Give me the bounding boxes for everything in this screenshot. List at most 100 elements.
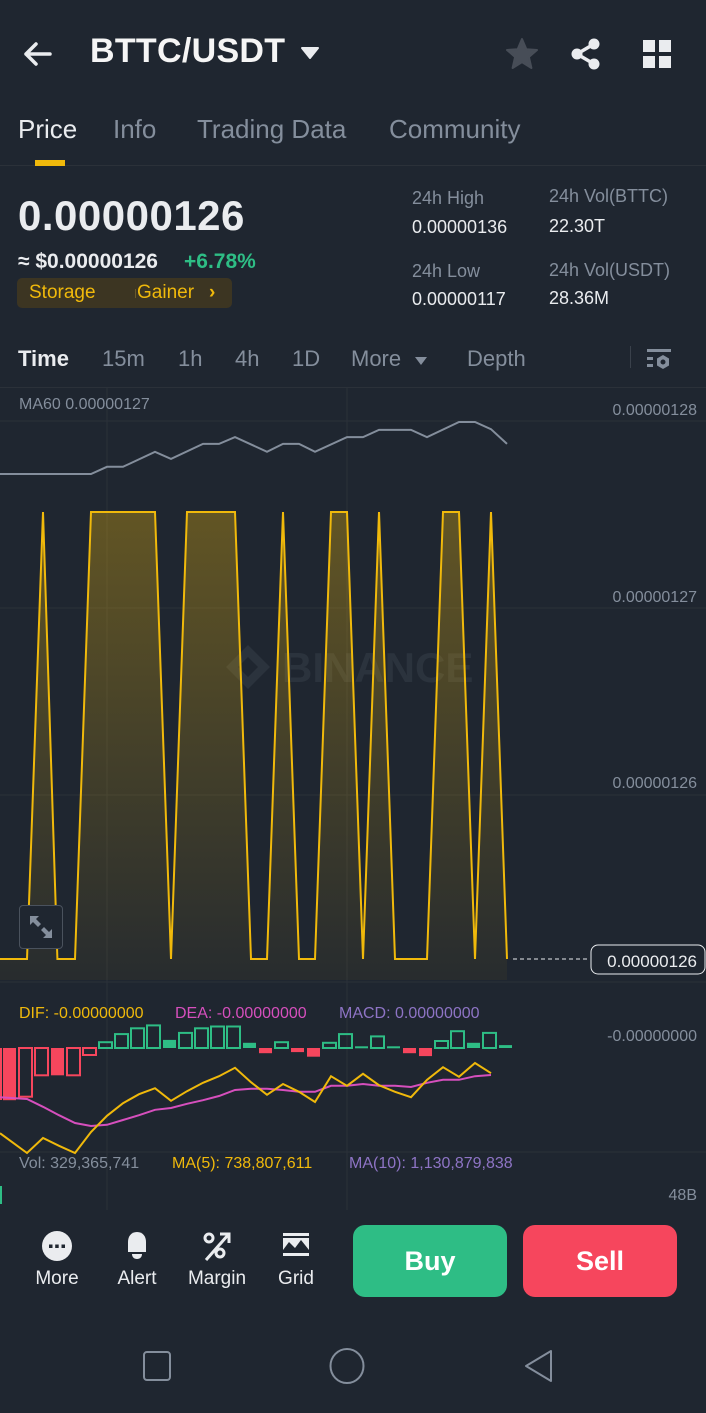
chart-settings-icon[interactable] (645, 346, 673, 374)
vol-base-label: 24h Vol(BTTC) (549, 186, 669, 206)
tab-info[interactable]: Info (113, 114, 156, 145)
tab-price[interactable]: Price (18, 114, 77, 145)
main-tabs: Price Info Trading Data Community (0, 108, 706, 166)
interval-more[interactable]: More (351, 346, 401, 372)
price-usd-equivalent: ≈ $0.00000126 (18, 250, 158, 273)
macd-histogram-bar (419, 1048, 432, 1057)
price-chart[interactable]: BINANCE MA60 0.00000127 0.00000128 0.000… (0, 388, 706, 1210)
chevron-right-icon: › (209, 282, 216, 303)
volume-bar (0, 1186, 2, 1204)
tags-pill[interactable]: Storage Gainer › (17, 278, 232, 308)
macd-histogram-bar (291, 1048, 304, 1053)
macd-histogram-bar (3, 1048, 16, 1101)
caret-down-icon[interactable] (300, 46, 320, 60)
interval-1d[interactable]: 1D (292, 346, 320, 372)
y-tick-label: 0.00000128 (612, 402, 697, 419)
share-icon[interactable] (568, 36, 604, 72)
tab-trading-data[interactable]: Trading Data (197, 114, 346, 145)
low-label: 24h Low (412, 261, 481, 281)
home-icon[interactable] (328, 1347, 366, 1385)
vol-axis-label: 48B (669, 1187, 697, 1204)
buy-button[interactable]: Buy (353, 1225, 507, 1297)
macd-histogram-bar (403, 1048, 416, 1054)
grid-menu-icon[interactable] (639, 36, 675, 72)
dea-label: DEA: -0.00000000 (175, 1005, 307, 1022)
interval-divider (630, 346, 631, 368)
macd-histogram-bar (0, 1048, 2, 1100)
high-value: 0.00000136 (412, 217, 508, 237)
system-navigation-bar (0, 1320, 706, 1413)
interval-4h[interactable]: 4h (235, 346, 259, 372)
macd-histogram-bar (178, 1031, 193, 1050)
macd-histogram-bar (163, 1039, 176, 1048)
star-icon[interactable] (504, 36, 540, 72)
macd-histogram-bar (18, 1047, 33, 1098)
dif-line (0, 1061, 492, 1155)
tag-gainer[interactable]: Gainer (137, 282, 194, 304)
more-caret-icon[interactable] (414, 356, 428, 366)
macd-histogram-bar (34, 1047, 49, 1077)
grid-trading-icon (283, 1233, 309, 1256)
tag-storage[interactable]: Storage (29, 282, 96, 304)
macd-histogram-bar (114, 1033, 129, 1049)
price-change-percent: +6.78% (184, 250, 256, 273)
ma60-line (0, 421, 508, 475)
alert-label: Alert (117, 1268, 157, 1289)
macd-histogram-bar (499, 1045, 512, 1048)
interval-depth[interactable]: Depth (467, 346, 526, 372)
sell-button[interactable]: Sell (523, 1225, 677, 1297)
macd-histogram-bar (482, 1031, 497, 1050)
back-icon[interactable] (522, 1348, 556, 1384)
macd-histogram-bar (243, 1042, 256, 1048)
macd-histogram-bar (387, 1046, 400, 1049)
macd-label: MACD: 0.00000000 (339, 1005, 480, 1022)
back-arrow-icon[interactable] (20, 36, 56, 72)
macd-histogram-bar (51, 1048, 64, 1076)
bell-icon (128, 1232, 146, 1259)
interval-time[interactable]: Time (18, 346, 69, 372)
vol-label: Vol: 329,365,741 (19, 1155, 139, 1172)
macd-histogram-bar (226, 1025, 241, 1049)
margin-percent-icon (203, 1232, 231, 1261)
vol-quote-value: 28.36M (549, 288, 610, 308)
macd-histogram-bar (370, 1035, 385, 1050)
macd-histogram-bar (146, 1024, 161, 1050)
grid-label: Grid (278, 1268, 314, 1289)
macd-histogram-bar (274, 1041, 289, 1049)
macd-histogram-bar (130, 1027, 145, 1050)
tag-divider (135, 289, 136, 298)
macd-histogram-bar (194, 1027, 209, 1050)
macd-histogram-bar (355, 1046, 368, 1049)
macd-histogram-bar (82, 1047, 97, 1056)
vol-ma5-label: MA(5): 738,807,611 (172, 1155, 312, 1172)
expand-arrows-icon (30, 916, 52, 938)
grid-action[interactable]: Grid (261, 1230, 331, 1290)
current-price-label: 0.00000126 (607, 952, 697, 971)
interval-15m[interactable]: 15m (102, 346, 145, 372)
ma60-label: MA60 0.00000127 (19, 396, 150, 413)
low-value: 0.00000117 (412, 289, 506, 309)
header: BTTC/USDT (0, 18, 706, 90)
high-label: 24h High (412, 188, 485, 208)
interval-1h[interactable]: 1h (178, 346, 202, 372)
dif-label: DIF: -0.00000000 (19, 1005, 144, 1022)
alert-action[interactable]: Alert (102, 1230, 172, 1290)
more-label: More (35, 1268, 79, 1289)
macd-histogram-bar (98, 1041, 113, 1049)
last-price: 0.00000126 (18, 192, 245, 239)
more-action[interactable]: More (22, 1230, 92, 1290)
vol-quote-label: 24h Vol(USDT) (549, 260, 671, 280)
macd-axis-label: -0.00000000 (607, 1028, 697, 1045)
pair-title[interactable]: BTTC/USDT (90, 32, 285, 71)
fullscreen-button[interactable] (19, 905, 63, 949)
margin-label: Margin (187, 1268, 247, 1289)
dea-line (0, 1074, 492, 1128)
margin-action[interactable]: Margin (182, 1230, 252, 1290)
macd-histogram-bar (259, 1048, 272, 1054)
y-tick-label: 0.00000127 (612, 589, 697, 606)
macd-histogram-bar (66, 1047, 81, 1077)
active-tab-indicator (35, 160, 65, 166)
macd-histogram-bar (210, 1025, 225, 1049)
tab-community[interactable]: Community (389, 114, 520, 145)
recent-apps-icon[interactable] (142, 1350, 172, 1382)
